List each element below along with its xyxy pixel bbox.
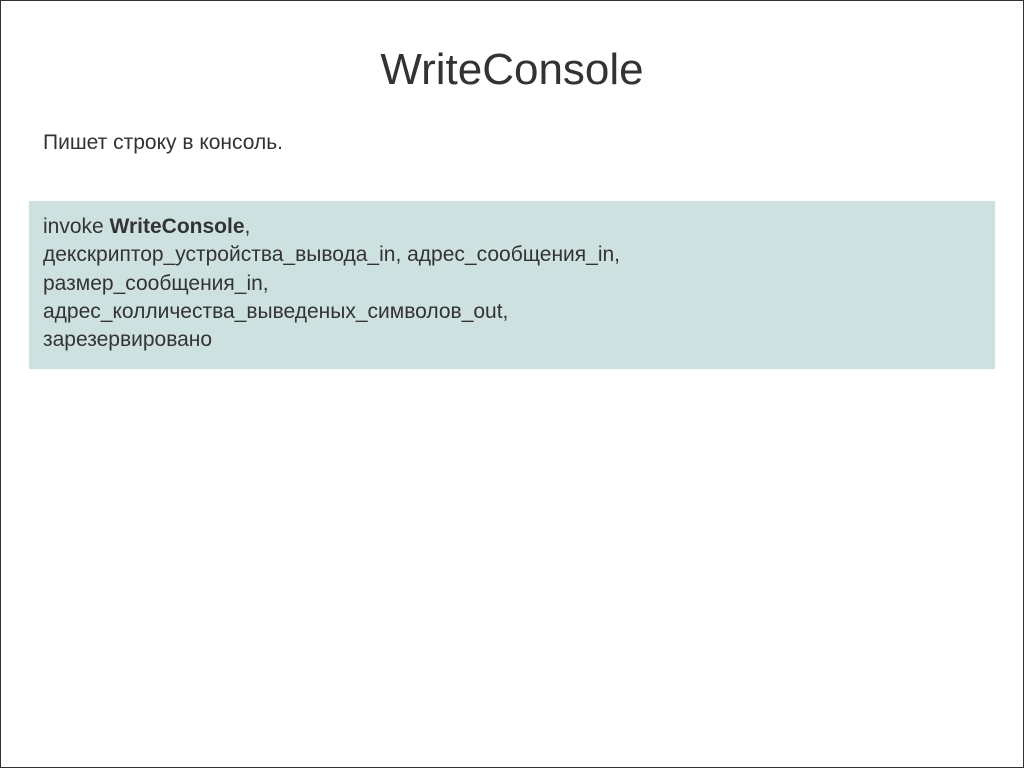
code-line-4: адрес_колличества_выведеных_символов_out… bbox=[43, 298, 981, 326]
code-line-1: invoke WriteConsole, bbox=[43, 213, 981, 241]
function-name: WriteConsole bbox=[110, 215, 245, 238]
invoke-keyword: invoke bbox=[43, 215, 110, 238]
code-block: invoke WriteConsole, декскриптор_устройс… bbox=[29, 201, 995, 369]
slide-title: WriteConsole bbox=[1, 45, 1023, 95]
trailing-comma: , bbox=[245, 215, 251, 238]
slide-container: WriteConsole Пишет строку в консоль. inv… bbox=[0, 0, 1024, 768]
slide-description: Пишет строку в консоль. bbox=[43, 131, 981, 155]
code-line-5: зарезервировано bbox=[43, 326, 981, 354]
code-line-3: размер_сообщения_in, bbox=[43, 270, 981, 298]
code-line-2: декскриптор_устройства_вывода_in, адрес_… bbox=[43, 241, 981, 269]
